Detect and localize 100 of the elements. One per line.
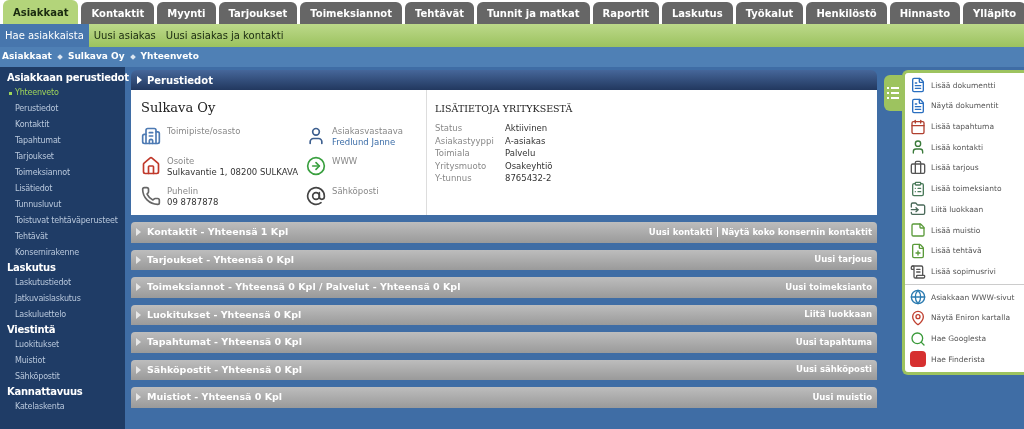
breadcrumb-link[interactable]: Sulkava Oy: [67, 50, 125, 64]
sidebar-link[interactable]: Sähköpostit: [7, 369, 125, 385]
field-label: Osoite: [167, 155, 196, 167]
calendar-icon: [910, 118, 926, 135]
sidebar-link[interactable]: Tapahtumat: [7, 133, 125, 149]
triangle-icon: [136, 365, 141, 374]
field-label: Sähköposti: [332, 185, 379, 197]
sidebar-heading: Kannattavuus: [7, 385, 84, 399]
company-name: Sulkava Oy: [141, 99, 217, 117]
nav-tab[interactable]: Tehtävät: [405, 2, 474, 24]
sidebar-heading: Viestintä: [7, 323, 57, 337]
detail-label: Y-tunnus: [435, 172, 473, 185]
sidebar-link[interactable]: Laskuluettelo: [7, 307, 125, 323]
sidebar-link[interactable]: Jatkuvaislaskutus: [7, 291, 125, 307]
nav-tab[interactable]: Asiakkaat: [3, 0, 79, 24]
list-icon: [887, 86, 899, 100]
sidebar-link[interactable]: Perustiedot: [7, 101, 125, 117]
detail-value: 8765432-2: [505, 172, 552, 185]
section-bar-title: Tapahtumat - Yhteensä 0 Kpl: [147, 335, 302, 350]
nav-tab[interactable]: Kontaktit: [81, 2, 155, 24]
nav-tab[interactable]: Laskutus: [661, 2, 733, 24]
nav-tab[interactable]: Toimeksiannot: [300, 2, 402, 24]
detail-value: Palvelu: [505, 147, 536, 160]
sidebar-link[interactable]: Tarjoukset: [7, 149, 125, 165]
section-bar-title: Tarjoukset - Yhteensä 0 Kpl: [147, 252, 294, 267]
nav-tab[interactable]: Hinnasto: [889, 2, 961, 24]
menu-toggle-tab[interactable]: [884, 75, 902, 111]
sidebar-link[interactable]: Yhteenveto: [7, 85, 125, 101]
triangle-icon: [137, 76, 142, 84]
phone-icon: [141, 185, 161, 206]
panel-title: Perustiedot: [147, 73, 213, 88]
nav-tab[interactable]: Työkalut: [735, 2, 804, 24]
triangle-icon: [136, 228, 141, 237]
nav-tab[interactable]: Raportit: [592, 2, 659, 24]
sidebar-link[interactable]: Toimeksiannot: [7, 165, 125, 181]
field-value: 09 8787878: [167, 196, 219, 208]
document-icon: [910, 77, 926, 94]
field-label: WWW: [332, 155, 358, 167]
folder-icon: [910, 201, 926, 218]
detail-value: A-asiakas: [505, 134, 546, 148]
breadcrumb-link[interactable]: Asiakkaat: [2, 50, 52, 64]
globe-icon: [910, 289, 926, 306]
triangle-icon: [136, 393, 141, 402]
triangle-icon: [136, 283, 141, 292]
sidebar-link[interactable]: Konsernirakenne: [7, 245, 125, 261]
triangle-icon: [136, 310, 141, 319]
clipboard-icon: [910, 180, 926, 197]
document-icon: [910, 98, 926, 115]
sidebar-link[interactable]: Tehtävät: [7, 229, 125, 245]
sidebar-link[interactable]: Tunnusluvut: [7, 197, 125, 213]
at-sign-icon: [306, 185, 326, 206]
breadcrumb-separator-icon: [57, 54, 63, 60]
field-label: Asiakasvastaava: [332, 125, 403, 137]
sidebar-link[interactable]: Katelaskenta: [7, 399, 125, 415]
section-bar-title: Toimeksiannot - Yhteensä 0 Kpl / Palvelut - Yhteensä 0 Kpl: [147, 280, 461, 295]
nav-tab[interactable]: Myynti: [157, 2, 216, 24]
sidebar-link[interactable]: Toistuvat tehtäväperusteet: [7, 213, 125, 229]
sidebar-heading: Laskutus: [7, 261, 57, 275]
note-icon: [910, 222, 926, 239]
field-value: Fredlund Janne: [332, 136, 397, 148]
nav-tab[interactable]: Tunnit ja matkat: [476, 2, 590, 24]
triangle-icon: [136, 338, 141, 347]
detail-label: Yritysmuoto: [435, 159, 488, 173]
section-title: LISÄTIETOJA YRITYKSESTÄ: [435, 102, 573, 116]
sidebar-link[interactable]: Lisätiedot: [7, 181, 125, 197]
breadcrumb-separator-icon: [129, 54, 136, 60]
field-label: Toimipiste/osasto: [167, 125, 241, 137]
section-bar-title: Muistiot - Yhteensä 0 Kpl: [147, 390, 283, 405]
detail-label: Toimiala: [435, 147, 471, 160]
nav-tab[interactable]: Henkilöstö: [806, 2, 887, 24]
section-bar-title: Sähköpostit - Yhteensä 0 Kpl: [147, 362, 303, 377]
building-icon: [141, 125, 161, 146]
sidebar-link[interactable]: Muistiot: [7, 353, 125, 369]
person-icon: [306, 125, 326, 146]
triangle-icon: [136, 255, 141, 264]
nav-tab[interactable]: Tarjoukset: [218, 2, 298, 24]
scroll-icon: [910, 263, 926, 280]
sidebar-link[interactable]: Laskutustiedot: [7, 275, 125, 291]
nav-tab[interactable]: Ylläpito: [963, 2, 1024, 24]
house-icon: [141, 155, 161, 176]
detail-label: Status: [435, 122, 464, 135]
sidebar-link[interactable]: Luokitukset: [7, 337, 125, 353]
section-bar-title: Kontaktit - Yhteensä 1 Kpl: [147, 225, 289, 240]
briefcase-icon: [910, 160, 926, 177]
bullet-icon: [9, 91, 12, 95]
section-bar-title: Luokitukset - Yhteensä 0 Kpl: [147, 307, 302, 322]
search-icon: [910, 330, 926, 347]
file-plus-icon: [910, 242, 926, 259]
subnav-link[interactable]: Uusi asiakas: [88, 24, 161, 47]
sidebar-link[interactable]: Kontaktit: [7, 117, 125, 133]
map-pin-icon: [910, 309, 926, 326]
detail-value: Osakeyhtiö: [505, 159, 553, 173]
subnav-link[interactable]: Hae asiakkaista: [0, 24, 89, 47]
field-value: Sulkavantie 1, 08200 SULKAVA: [167, 166, 299, 178]
arrow-circle-icon: [306, 155, 326, 176]
field-label: Puhelin: [167, 185, 200, 197]
breadcrumb-link[interactable]: Yhteenveto: [140, 50, 199, 64]
detail-label: Asiakastyyppi: [435, 134, 495, 148]
subnav-link[interactable]: Uusi asiakas ja kontakti: [160, 24, 289, 47]
detail-value: Aktiivinen: [505, 122, 548, 135]
